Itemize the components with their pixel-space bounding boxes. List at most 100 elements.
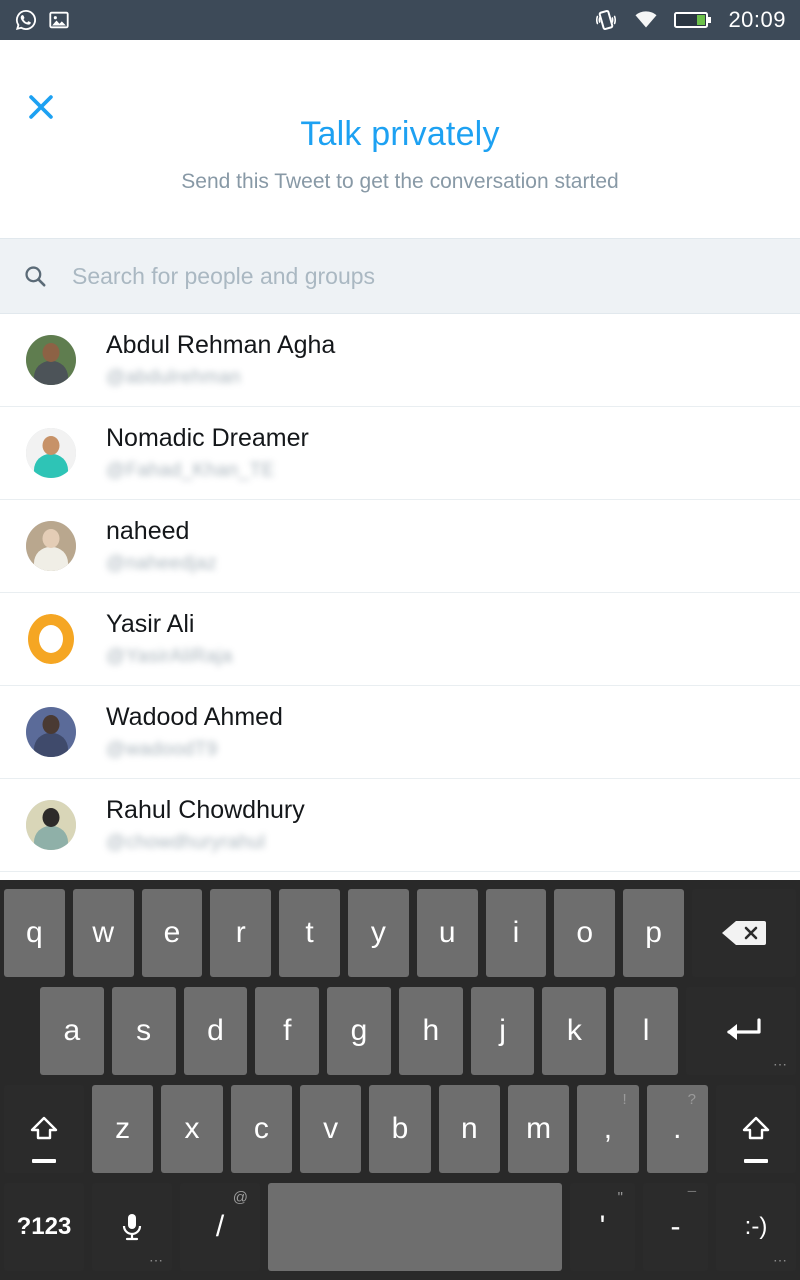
- close-button[interactable]: [22, 88, 60, 126]
- whatsapp-icon: [14, 8, 38, 32]
- keyboard-row-2: a s d f g h j k l ⋯: [0, 982, 800, 1080]
- avatar: [26, 800, 76, 850]
- key-o[interactable]: o: [554, 889, 616, 977]
- person-name: Abdul Rehman Agha: [106, 330, 336, 359]
- person-handle: @chowdhuryrahul: [106, 832, 266, 854]
- on-screen-keyboard: q w e r t y u i o p a s d f g h j k l ⋯ …: [0, 880, 800, 1280]
- person-name: Yasir Ali: [106, 609, 195, 638]
- list-item-meta: Nomadic Dreamer @Fahad_Khan_TE: [106, 424, 309, 483]
- status-bar-right-icons: 20:09: [594, 7, 786, 33]
- shift-icon: [742, 1116, 770, 1140]
- vibrate-icon: [594, 8, 618, 32]
- person-handle: @abdulrehman: [106, 367, 241, 389]
- key-n[interactable]: n: [438, 1085, 500, 1173]
- list-item[interactable]: Yasir Ali @YasirAliRaja: [0, 593, 800, 686]
- search-bar[interactable]: [0, 238, 800, 314]
- backspace-icon: [721, 921, 766, 945]
- avatar: [26, 335, 76, 385]
- person-handle: @Fahad_Khan_TE: [106, 460, 275, 482]
- shift-key-left[interactable]: [4, 1085, 84, 1173]
- status-bar: 20:09: [0, 0, 800, 40]
- key-j[interactable]: j: [470, 987, 535, 1075]
- key-comma-sup: !: [622, 1091, 627, 1108]
- app-screen: 20:09 Talk privately Send this Tweet to …: [0, 0, 800, 1280]
- key-u[interactable]: u: [416, 889, 478, 977]
- key-z[interactable]: z: [92, 1085, 154, 1173]
- person-name: Wadood Ahmed: [106, 702, 283, 731]
- key-b[interactable]: b: [369, 1085, 431, 1173]
- key-c[interactable]: c: [230, 1085, 292, 1173]
- avatar: [26, 521, 76, 571]
- header: Talk privately Send this Tweet to get th…: [0, 40, 800, 238]
- key-e[interactable]: e: [141, 889, 203, 977]
- key-m[interactable]: m: [507, 1085, 570, 1173]
- list-item-meta: Wadood Ahmed @wadoodT9: [106, 703, 283, 762]
- search-input[interactable]: [72, 262, 778, 290]
- key-k[interactable]: k: [542, 987, 607, 1075]
- enter-icon: [727, 1018, 761, 1040]
- key-w[interactable]: w: [72, 889, 134, 977]
- key-g[interactable]: g: [327, 987, 391, 1075]
- key-s[interactable]: s: [111, 987, 176, 1075]
- shift-key-right[interactable]: [715, 1085, 796, 1173]
- enter-key-dots: ⋯: [773, 1056, 789, 1072]
- person-handle: @naheedjaz: [106, 553, 217, 575]
- key-period[interactable]: . ?: [646, 1085, 708, 1173]
- enter-key[interactable]: ⋯: [686, 987, 797, 1075]
- list-item[interactable]: Nomadic Dreamer @Fahad_Khan_TE: [0, 407, 800, 500]
- key-period-sup: ?: [687, 1091, 696, 1108]
- microphone-icon: [122, 1214, 142, 1241]
- shift-icon: [30, 1116, 58, 1140]
- person-name: Rahul Chowdhury: [106, 795, 305, 824]
- key-h[interactable]: h: [398, 987, 463, 1075]
- list-item[interactable]: Wadood Ahmed @wadoodT9: [0, 686, 800, 779]
- person-name: naheed: [106, 516, 190, 545]
- key-x[interactable]: x: [161, 1085, 223, 1173]
- space-key[interactable]: [268, 1183, 562, 1271]
- key-comma[interactable]: , !: [577, 1085, 639, 1173]
- key-l[interactable]: l: [614, 987, 679, 1075]
- key-r[interactable]: r: [210, 889, 272, 977]
- apostrophe-key-sup: ": [617, 1189, 623, 1206]
- person-handle: @YasirAliRaja: [106, 646, 233, 668]
- wifi-icon: [634, 8, 658, 32]
- status-bar-clock: 20:09: [728, 7, 786, 32]
- key-q[interactable]: q: [4, 889, 65, 977]
- key-v[interactable]: v: [299, 1085, 362, 1173]
- people-results-list: Abdul Rehman Agha @abdulrehman Nomadic D…: [0, 314, 800, 872]
- symbols-key[interactable]: ?123: [4, 1183, 84, 1271]
- key-t[interactable]: t: [279, 889, 340, 977]
- emoji-key-dots: ⋯: [773, 1252, 788, 1268]
- key-i[interactable]: i: [485, 889, 547, 977]
- list-item[interactable]: Rahul Chowdhury @chowdhuryrahul: [0, 779, 800, 872]
- list-item[interactable]: naheed @naheedjaz: [0, 500, 800, 593]
- dash-key[interactable]: - ¯: [643, 1183, 708, 1271]
- key-y[interactable]: y: [347, 889, 409, 977]
- key-f[interactable]: f: [255, 987, 320, 1075]
- list-item[interactable]: Abdul Rehman Agha @abdulrehman: [0, 314, 800, 407]
- slash-key-label: /: [215, 1210, 225, 1243]
- avatar: [26, 614, 76, 664]
- microphone-key[interactable]: ⋯: [92, 1183, 172, 1271]
- backspace-key[interactable]: [691, 889, 796, 977]
- key-d[interactable]: d: [183, 987, 248, 1075]
- key-a[interactable]: a: [40, 987, 104, 1075]
- slash-key[interactable]: / @: [180, 1183, 260, 1271]
- emoji-key[interactable]: :-) ⋯: [716, 1183, 796, 1271]
- dash-key-label: -: [670, 1210, 681, 1243]
- avatar: [26, 707, 76, 757]
- list-item-meta: Abdul Rehman Agha @abdulrehman: [106, 331, 335, 390]
- battery-icon: [674, 10, 712, 30]
- search-icon: [22, 263, 48, 289]
- microphone-key-dots: ⋯: [149, 1252, 164, 1268]
- avatar: [26, 428, 76, 478]
- keyboard-row-4: ?123 ⋯ / @ ' " - ¯:-) ⋯: [0, 1178, 800, 1276]
- page-subtitle: Send this Tweet to get the conversation …: [181, 170, 619, 193]
- key-period-label: .: [673, 1112, 682, 1145]
- slash-key-sup: @: [232, 1189, 248, 1206]
- apostrophe-key[interactable]: ' ": [570, 1183, 635, 1271]
- status-bar-left-icons: [14, 8, 70, 32]
- key-p[interactable]: p: [623, 889, 684, 977]
- shift-indicator: [743, 1159, 768, 1163]
- list-item-meta: Yasir Ali @YasirAliRaja: [106, 610, 233, 669]
